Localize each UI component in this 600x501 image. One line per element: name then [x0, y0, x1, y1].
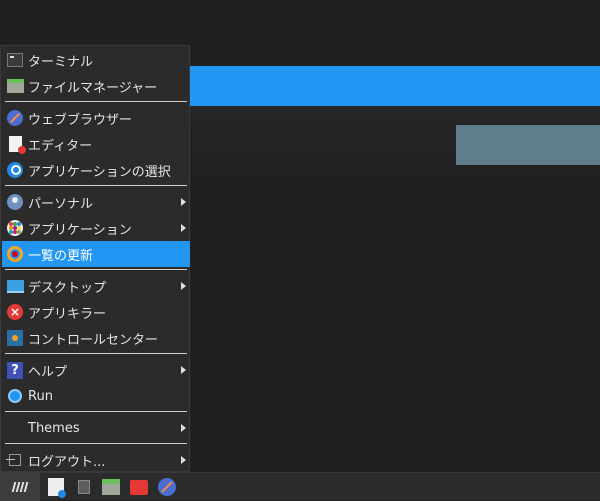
menu-item-label: アプリケーションの選択: [28, 164, 171, 180]
menu-item-terminal[interactable]: ターミナル: [2, 47, 190, 73]
menu-item-control-center[interactable]: コントロールセンター: [2, 325, 190, 351]
menu-item-label: パーソナル: [28, 196, 94, 212]
menu-item-label: ヘルプ: [28, 364, 68, 380]
menu-item-themes[interactable]: Themes: [2, 415, 190, 441]
software-store-icon[interactable]: [45, 476, 67, 498]
submenu-arrow-icon: [181, 224, 186, 232]
menu-item-label: コントロールセンター: [28, 332, 159, 348]
menu-item-label: エディター: [28, 138, 93, 154]
submenu-arrow-icon: [181, 282, 186, 290]
menu-item-label: アプリキラー: [28, 306, 107, 322]
menu-item-web-browser[interactable]: ウェブブラウザー: [2, 105, 190, 131]
menu-separator: [5, 353, 187, 354]
search-icon: [6, 161, 24, 179]
refresh-icon: [6, 245, 24, 263]
menu-item-label: 一覧の更新: [28, 248, 94, 264]
menu-separator: [5, 443, 187, 444]
file-manager-icon: [6, 77, 24, 95]
menu-item-file-manager[interactable]: ファイルマネージャー: [2, 73, 190, 99]
folder-icon[interactable]: [128, 476, 150, 498]
submenu-arrow-icon: [181, 424, 186, 432]
terminal-icon: [6, 51, 24, 69]
menu-separator: [5, 101, 187, 102]
web-browser-icon[interactable]: [156, 476, 178, 498]
text-editor-icon: [6, 135, 26, 154]
menu-item-label: ファイルマネージャー: [28, 80, 158, 96]
close-icon: ×: [6, 303, 24, 321]
menu-item-app-finder[interactable]: アプリケーションの選択: [2, 157, 190, 183]
menu-item-refresh-list[interactable]: 一覧の更新: [2, 241, 190, 267]
submenu-arrow-icon: [181, 456, 186, 464]
menu-item-desktop[interactable]: デスクトップ: [2, 273, 190, 299]
menu-item-applications[interactable]: アプリケーション: [2, 215, 190, 241]
menu-item-help[interactable]: ? ヘルプ: [2, 357, 190, 383]
desktop-icon: [6, 277, 24, 295]
menu-item-run[interactable]: Run: [2, 383, 190, 409]
menu-item-logout[interactable]: ログアウト...: [2, 447, 190, 473]
menu-item-label: ターミナル: [28, 54, 94, 70]
menu-item-label: ウェブブラウザー: [28, 112, 133, 128]
file-manager-icon[interactable]: [100, 476, 122, 498]
menu-item-personal[interactable]: パーソナル: [2, 189, 190, 215]
menu-item-label: Run: [28, 388, 53, 404]
window-titlebar[interactable]: [190, 66, 600, 106]
window-panel[interactable]: [456, 125, 600, 165]
menu-separator: [5, 269, 187, 270]
menu-item-label: アプリケーション: [28, 222, 132, 238]
menu-separator: [5, 411, 187, 412]
application-menu: ターミナル ファイルマネージャー ウェブブラウザー エディター アプリケーション…: [0, 45, 190, 472]
menu-separator: [5, 185, 187, 186]
apps-grid-icon: [6, 219, 24, 237]
menu-item-label: Themes: [28, 420, 80, 436]
user-icon: [6, 193, 24, 211]
taskbar: [0, 472, 600, 501]
eject-icon[interactable]: [73, 476, 95, 498]
control-center-icon: [6, 329, 24, 347]
web-browser-icon: [6, 109, 24, 127]
help-icon: ?: [6, 361, 24, 379]
logout-icon: [6, 451, 24, 469]
submenu-arrow-icon: [181, 366, 186, 374]
menu-item-app-killer[interactable]: × アプリキラー: [2, 299, 190, 325]
menu-launcher-icon[interactable]: [0, 473, 40, 501]
run-icon: [6, 387, 24, 405]
submenu-arrow-icon: [181, 198, 186, 206]
menu-item-label: デスクトップ: [28, 280, 107, 296]
menu-item-label: ログアウト...: [28, 454, 106, 470]
menu-item-editor[interactable]: エディター: [2, 131, 190, 157]
